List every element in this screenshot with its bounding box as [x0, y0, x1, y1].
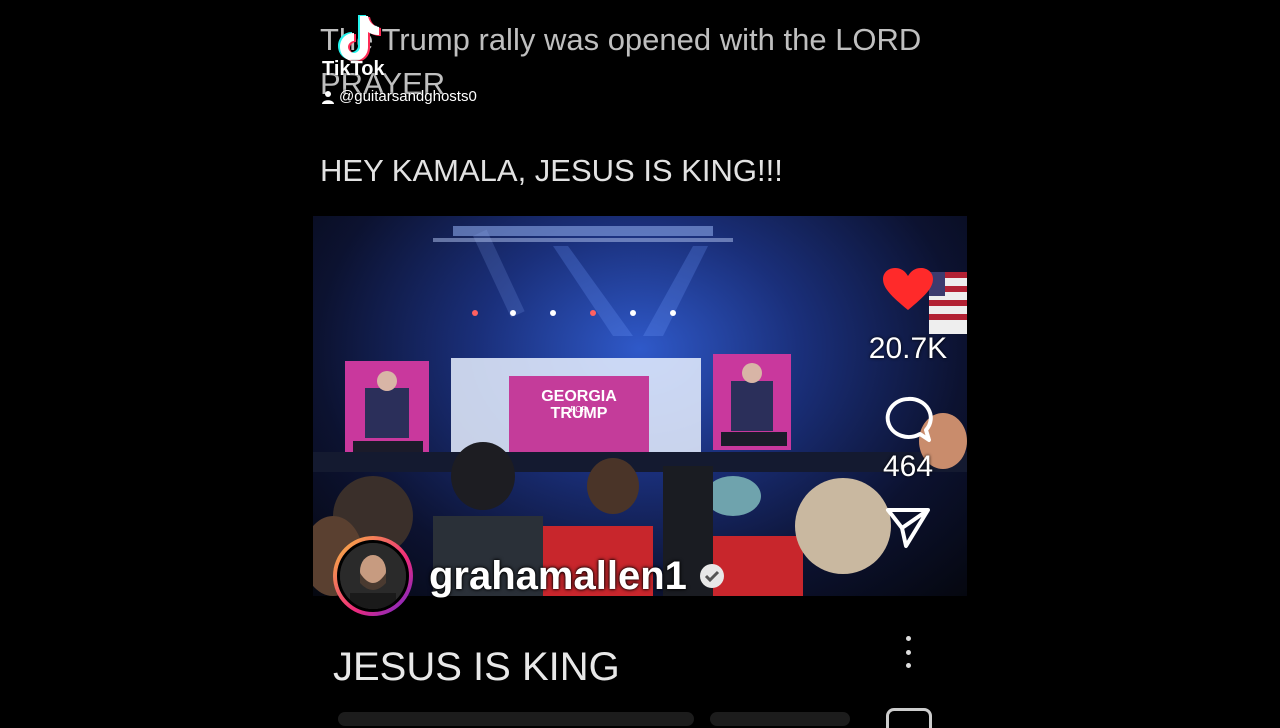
share-send-icon[interactable] — [884, 506, 932, 550]
post-actions: 20.7K 464 — [862, 268, 954, 550]
screen-text-georgia: GEORGIA — [541, 388, 617, 405]
bottom-bar-placeholder — [338, 712, 694, 726]
author-name[interactable]: grahamallen1 — [429, 554, 687, 599]
screen-text-trump: TRUMP — [551, 405, 608, 422]
author-avatar[interactable] — [333, 536, 413, 616]
bottom-bar-placeholder — [710, 712, 850, 726]
post-caption: JESUS IS KING — [333, 645, 620, 689]
tiktok-username-text: @guitarsandghosts0 — [339, 88, 477, 105]
comment-count: 464 — [882, 450, 934, 483]
more-options-button[interactable] — [896, 636, 920, 668]
tiktok-username: @guitarsandghosts0 — [322, 88, 477, 105]
tiktok-brand-label: TikTok — [322, 58, 385, 80]
post-subtitle: HEY KAMALA, JESUS IS KING!!! — [320, 153, 783, 188]
user-icon — [322, 90, 334, 104]
more-dot-icon — [905, 649, 911, 655]
verified-badge-icon — [699, 564, 724, 588]
more-dot-icon — [905, 663, 911, 668]
like-count: 20.7K — [868, 332, 948, 365]
author-row: grahamallen1 — [333, 536, 725, 616]
avatar-photo — [340, 543, 406, 609]
more-dot-icon — [905, 636, 911, 641]
like-button-heart-icon[interactable] — [883, 268, 933, 312]
bookmark-icon[interactable] — [886, 708, 932, 728]
comment-button-icon[interactable] — [883, 396, 933, 444]
